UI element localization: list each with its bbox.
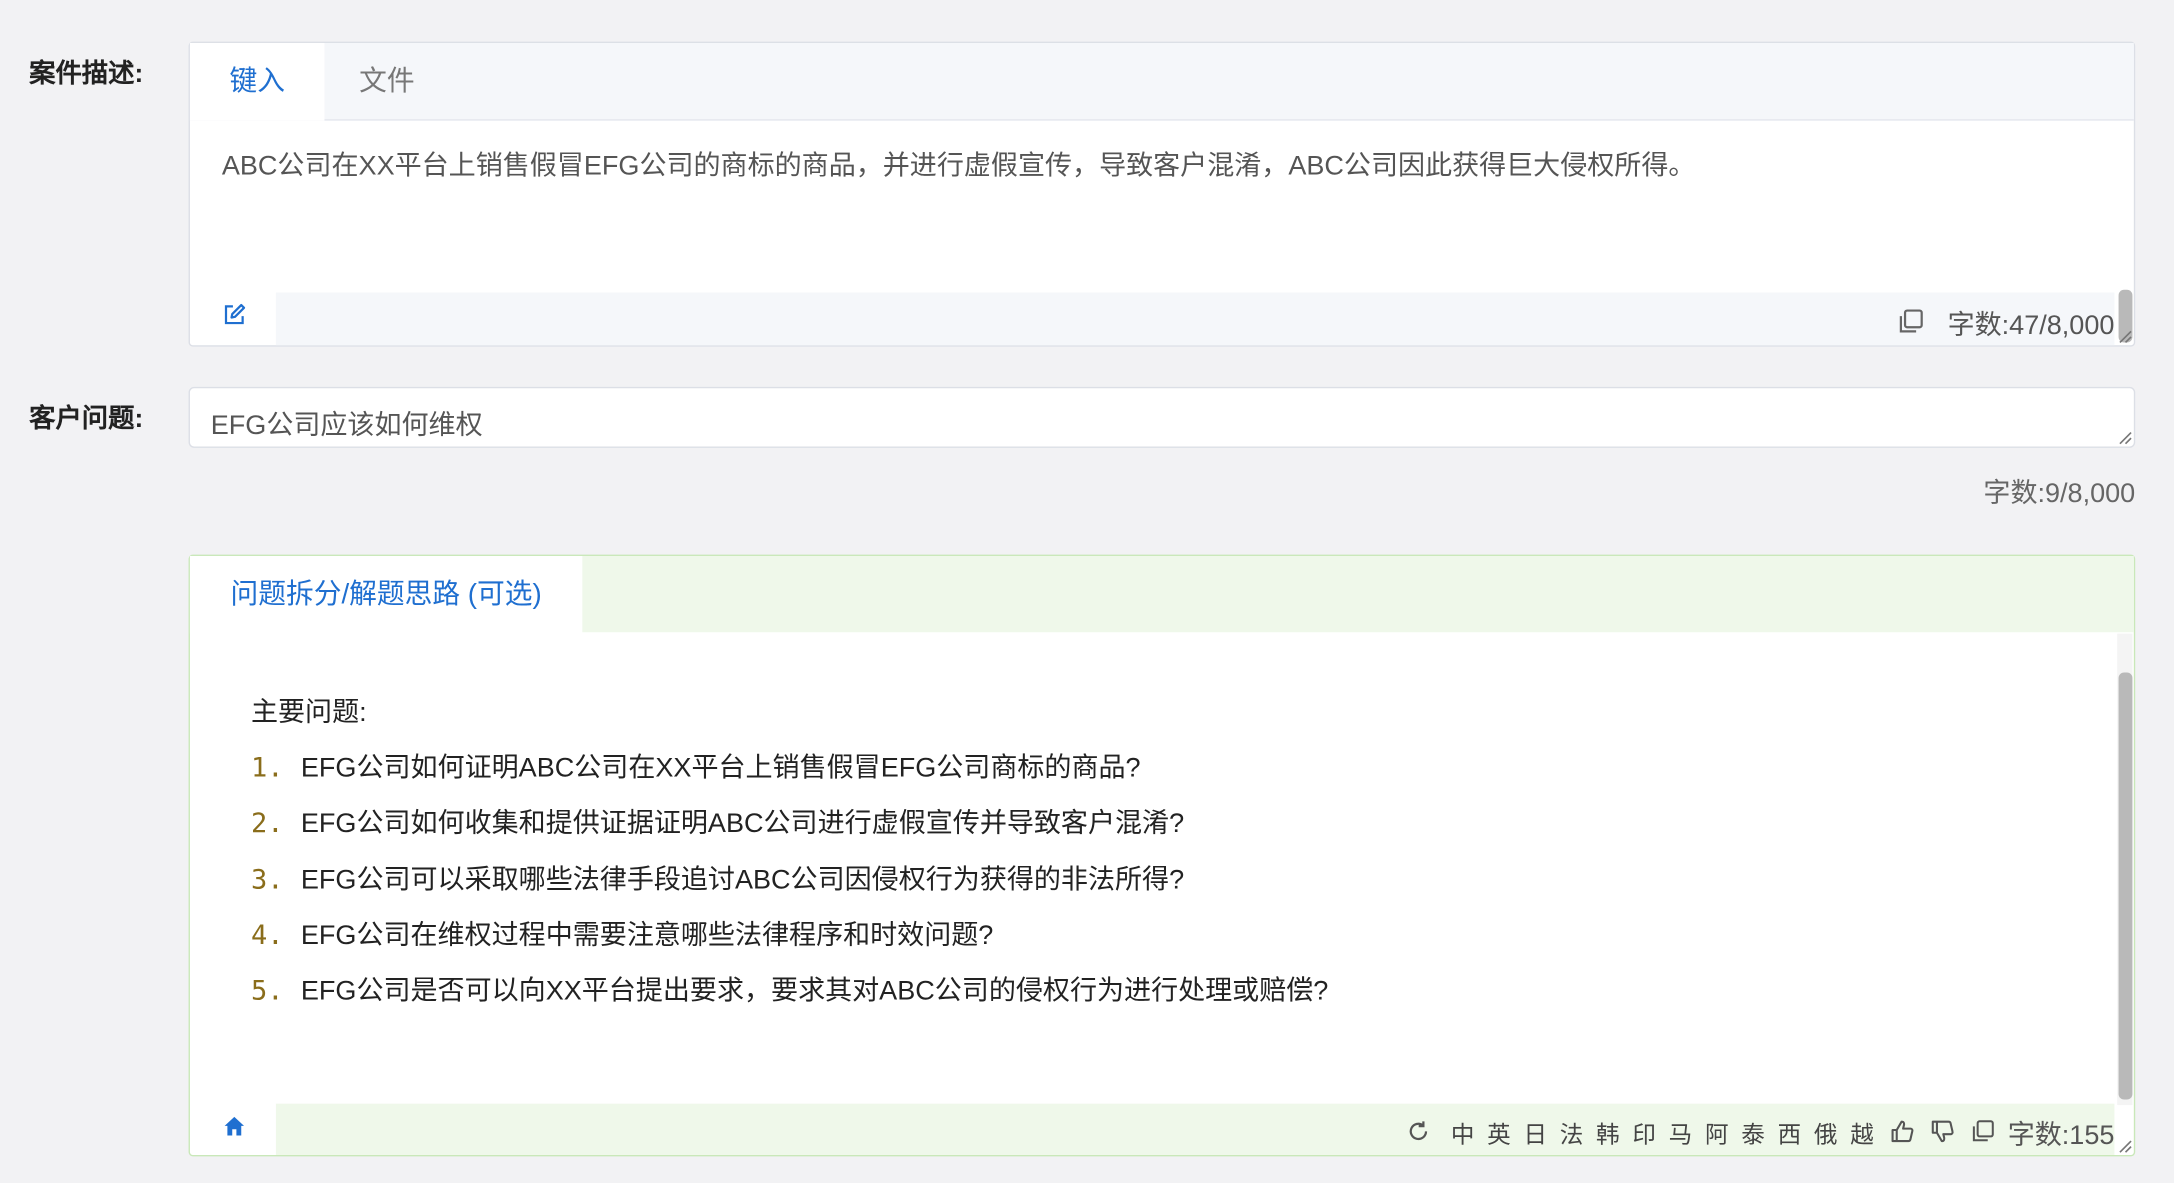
lang-ko[interactable]: 韩 bbox=[1596, 1114, 1620, 1149]
list-number: 4. bbox=[250, 919, 284, 951]
copy-icon[interactable] bbox=[1969, 1118, 1997, 1146]
tab-file[interactable]: 文件 bbox=[324, 43, 449, 121]
list-text: EFG公司在维权过程中需要注意哪些法律程序和时效问题? bbox=[300, 920, 994, 951]
case-description-text[interactable]: ABC公司在XX平台上销售假冒EFG公司的商标的商品，并进行虚假宣传，导致客户混… bbox=[222, 148, 2080, 184]
breakdown-card: 问题拆分/解题思路 (可选) 主要问题: 1. EFG公司如何证明ABC公司在XX… bbox=[188, 554, 2136, 1157]
lang-en[interactable]: 英 bbox=[1487, 1114, 1511, 1149]
lang-th[interactable]: 泰 bbox=[1741, 1114, 1765, 1149]
list-text: EFG公司可以采取哪些法律手段追讨ABC公司因侵权行为获得的非法所得? bbox=[300, 864, 1185, 896]
question-resize-handle[interactable] bbox=[2119, 431, 2133, 445]
tab-breakdown[interactable]: 问题拆分/解题思路 (可选) bbox=[189, 555, 583, 634]
lang-ms[interactable]: 马 bbox=[1669, 1114, 1693, 1149]
home-icon[interactable] bbox=[220, 1112, 248, 1140]
list-item: 5. EFG公司是否可以向XX平台提出要求，要求其对ABC公司的侵权行为进行处理或… bbox=[251, 968, 1328, 1024]
case-description-label: 案件描述: bbox=[29, 59, 144, 89]
list-text: EFG公司如何证明ABC公司在XX平台上销售假冒EFG公司商标的商品? bbox=[300, 752, 1141, 784]
edit-icon[interactable] bbox=[220, 301, 248, 329]
breakdown-scrollbar[interactable] bbox=[2118, 672, 2133, 1100]
question-list: 1. EFG公司如何证明ABC公司在XX平台上销售假冒EFG公司商标的商品? 2.… bbox=[251, 745, 1328, 1024]
lang-vi[interactable]: 越 bbox=[1850, 1114, 1874, 1149]
lang-ja[interactable]: 日 bbox=[1523, 1114, 1547, 1149]
list-item: 3. EFG公司可以采取哪些法律手段追讨ABC公司因侵权行为获得的非法所得? bbox=[251, 856, 1328, 912]
case-footer-bar bbox=[275, 292, 2115, 346]
refresh-icon[interactable] bbox=[1406, 1119, 1431, 1144]
list-number: 5. bbox=[250, 974, 284, 1007]
list-item: 4. EFG公司在维权过程中需要注意哪些法律程序和时效问题? bbox=[251, 912, 1328, 968]
customer-question-label: 客户问题: bbox=[29, 404, 144, 434]
list-text: EFG公司如何收集和提供证据证明ABC公司进行虚假宣传并导致客户混淆? bbox=[300, 808, 1185, 840]
breakdown-word-count: 字数:155 bbox=[2007, 1119, 2115, 1151]
lang-fr[interactable]: 法 bbox=[1560, 1114, 1584, 1149]
list-text: EFG公司是否可以向XX平台提出要求，要求其对ABC公司的侵权行为进行处理或赔偿… bbox=[300, 976, 1329, 1007]
lang-id[interactable]: 印 bbox=[1632, 1114, 1656, 1149]
thumbs-up-icon[interactable] bbox=[1888, 1118, 1916, 1146]
customer-question-value: EFG公司应该如何维权 bbox=[210, 410, 483, 441]
customer-question-field[interactable]: EFG公司应该如何维权 bbox=[188, 386, 2136, 448]
lang-ru[interactable]: 俄 bbox=[1814, 1114, 1838, 1149]
case-word-count: 字数:47/8,000 bbox=[1947, 310, 2115, 342]
lang-ar[interactable]: 阿 bbox=[1705, 1114, 1729, 1149]
lang-es[interactable]: 西 bbox=[1778, 1114, 1802, 1149]
list-number: 2. bbox=[250, 807, 284, 840]
lang-zh[interactable]: 中 bbox=[1451, 1114, 1475, 1149]
breakdown-toolbar: 中 英 日 法 韩 印 马 阿 泰 西 俄 越 字数:155 bbox=[1406, 1114, 2114, 1150]
case-resize-handle[interactable] bbox=[2119, 330, 2133, 344]
case-description-card: 键入 文件 ABC公司在XX平台上销售假冒EFG公司的商标的商品，并进行虚假宣传… bbox=[188, 41, 2136, 347]
case-tabbar bbox=[189, 42, 2134, 121]
tab-input[interactable]: 键入 bbox=[189, 42, 325, 121]
list-item: 1. EFG公司如何证明ABC公司在XX平台上销售假冒EFG公司商标的商品? bbox=[251, 745, 1328, 801]
form-canvas: 案件描述: 键入 文件 ABC公司在XX平台上销售假冒EFG公司的商标的商品，并… bbox=[0, 0, 2174, 1183]
copy-icon[interactable] bbox=[1895, 306, 1926, 337]
question-word-count: 字数:9/8,000 bbox=[1983, 478, 2136, 509]
breakdown-heading: 主要问题: bbox=[250, 697, 367, 728]
list-number: 1. bbox=[250, 751, 284, 784]
thumbs-down-icon[interactable] bbox=[1929, 1118, 1957, 1146]
list-number: 3. bbox=[250, 863, 284, 896]
list-item: 2. EFG公司如何收集和提供证据证明ABC公司进行虚假宣传并导致客户混淆? bbox=[251, 800, 1328, 856]
breakdown-resize-handle[interactable] bbox=[2119, 1140, 2133, 1154]
